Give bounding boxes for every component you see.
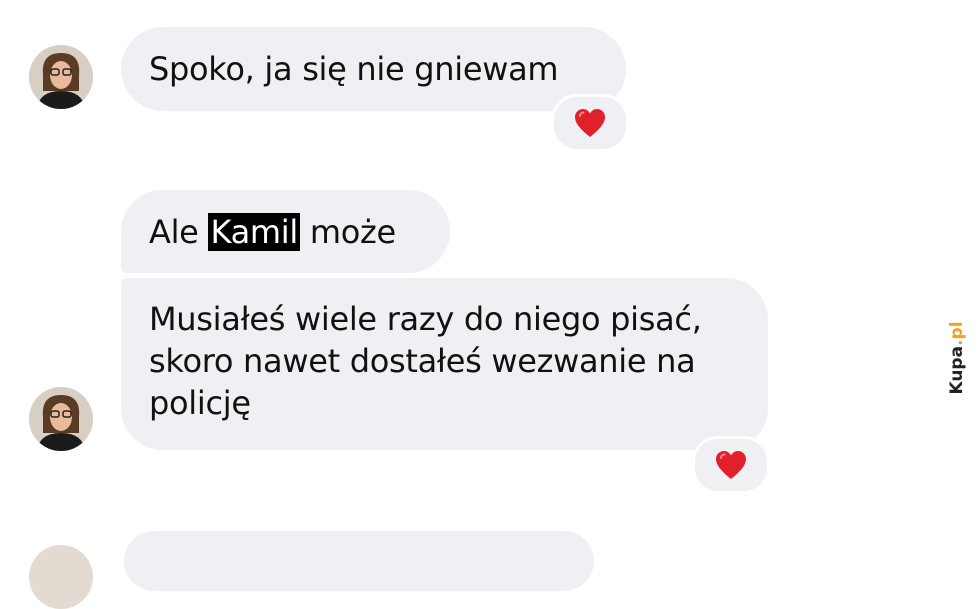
message-line: skoro nawet dostałeś wezwanie na <box>149 342 696 380</box>
watermark-logo: Kupa.pl <box>947 321 967 395</box>
message-bubble-partial[interactable] <box>124 531 594 591</box>
message-bubble[interactable]: Ale Kamil może <box>121 190 450 273</box>
message-bubble[interactable]: Spoko, ja się nie gniewam <box>121 27 626 111</box>
heart-icon <box>575 109 605 137</box>
contact-avatar-partial <box>29 545 93 609</box>
highlighted-name: Kamil <box>208 212 300 251</box>
message-text: Spoko, ja się nie gniewam <box>149 50 559 88</box>
watermark: Kupa.pl <box>942 320 972 396</box>
heart-reaction[interactable] <box>692 436 770 494</box>
contact-avatar[interactable] <box>29 45 93 109</box>
message-bubble[interactable]: Musiałeś wiele razy do niego pisać, skor… <box>121 278 768 450</box>
heart-reaction[interactable] <box>551 94 629 152</box>
message-line: policję <box>149 384 251 422</box>
message-line: Musiałeś wiele razy do niego pisać, <box>149 300 702 338</box>
avatar-photo <box>29 387 93 451</box>
message-text: Ale Kamil może <box>149 212 396 251</box>
avatar-photo <box>29 45 93 109</box>
contact-avatar[interactable] <box>29 387 93 451</box>
heart-icon <box>716 451 746 479</box>
